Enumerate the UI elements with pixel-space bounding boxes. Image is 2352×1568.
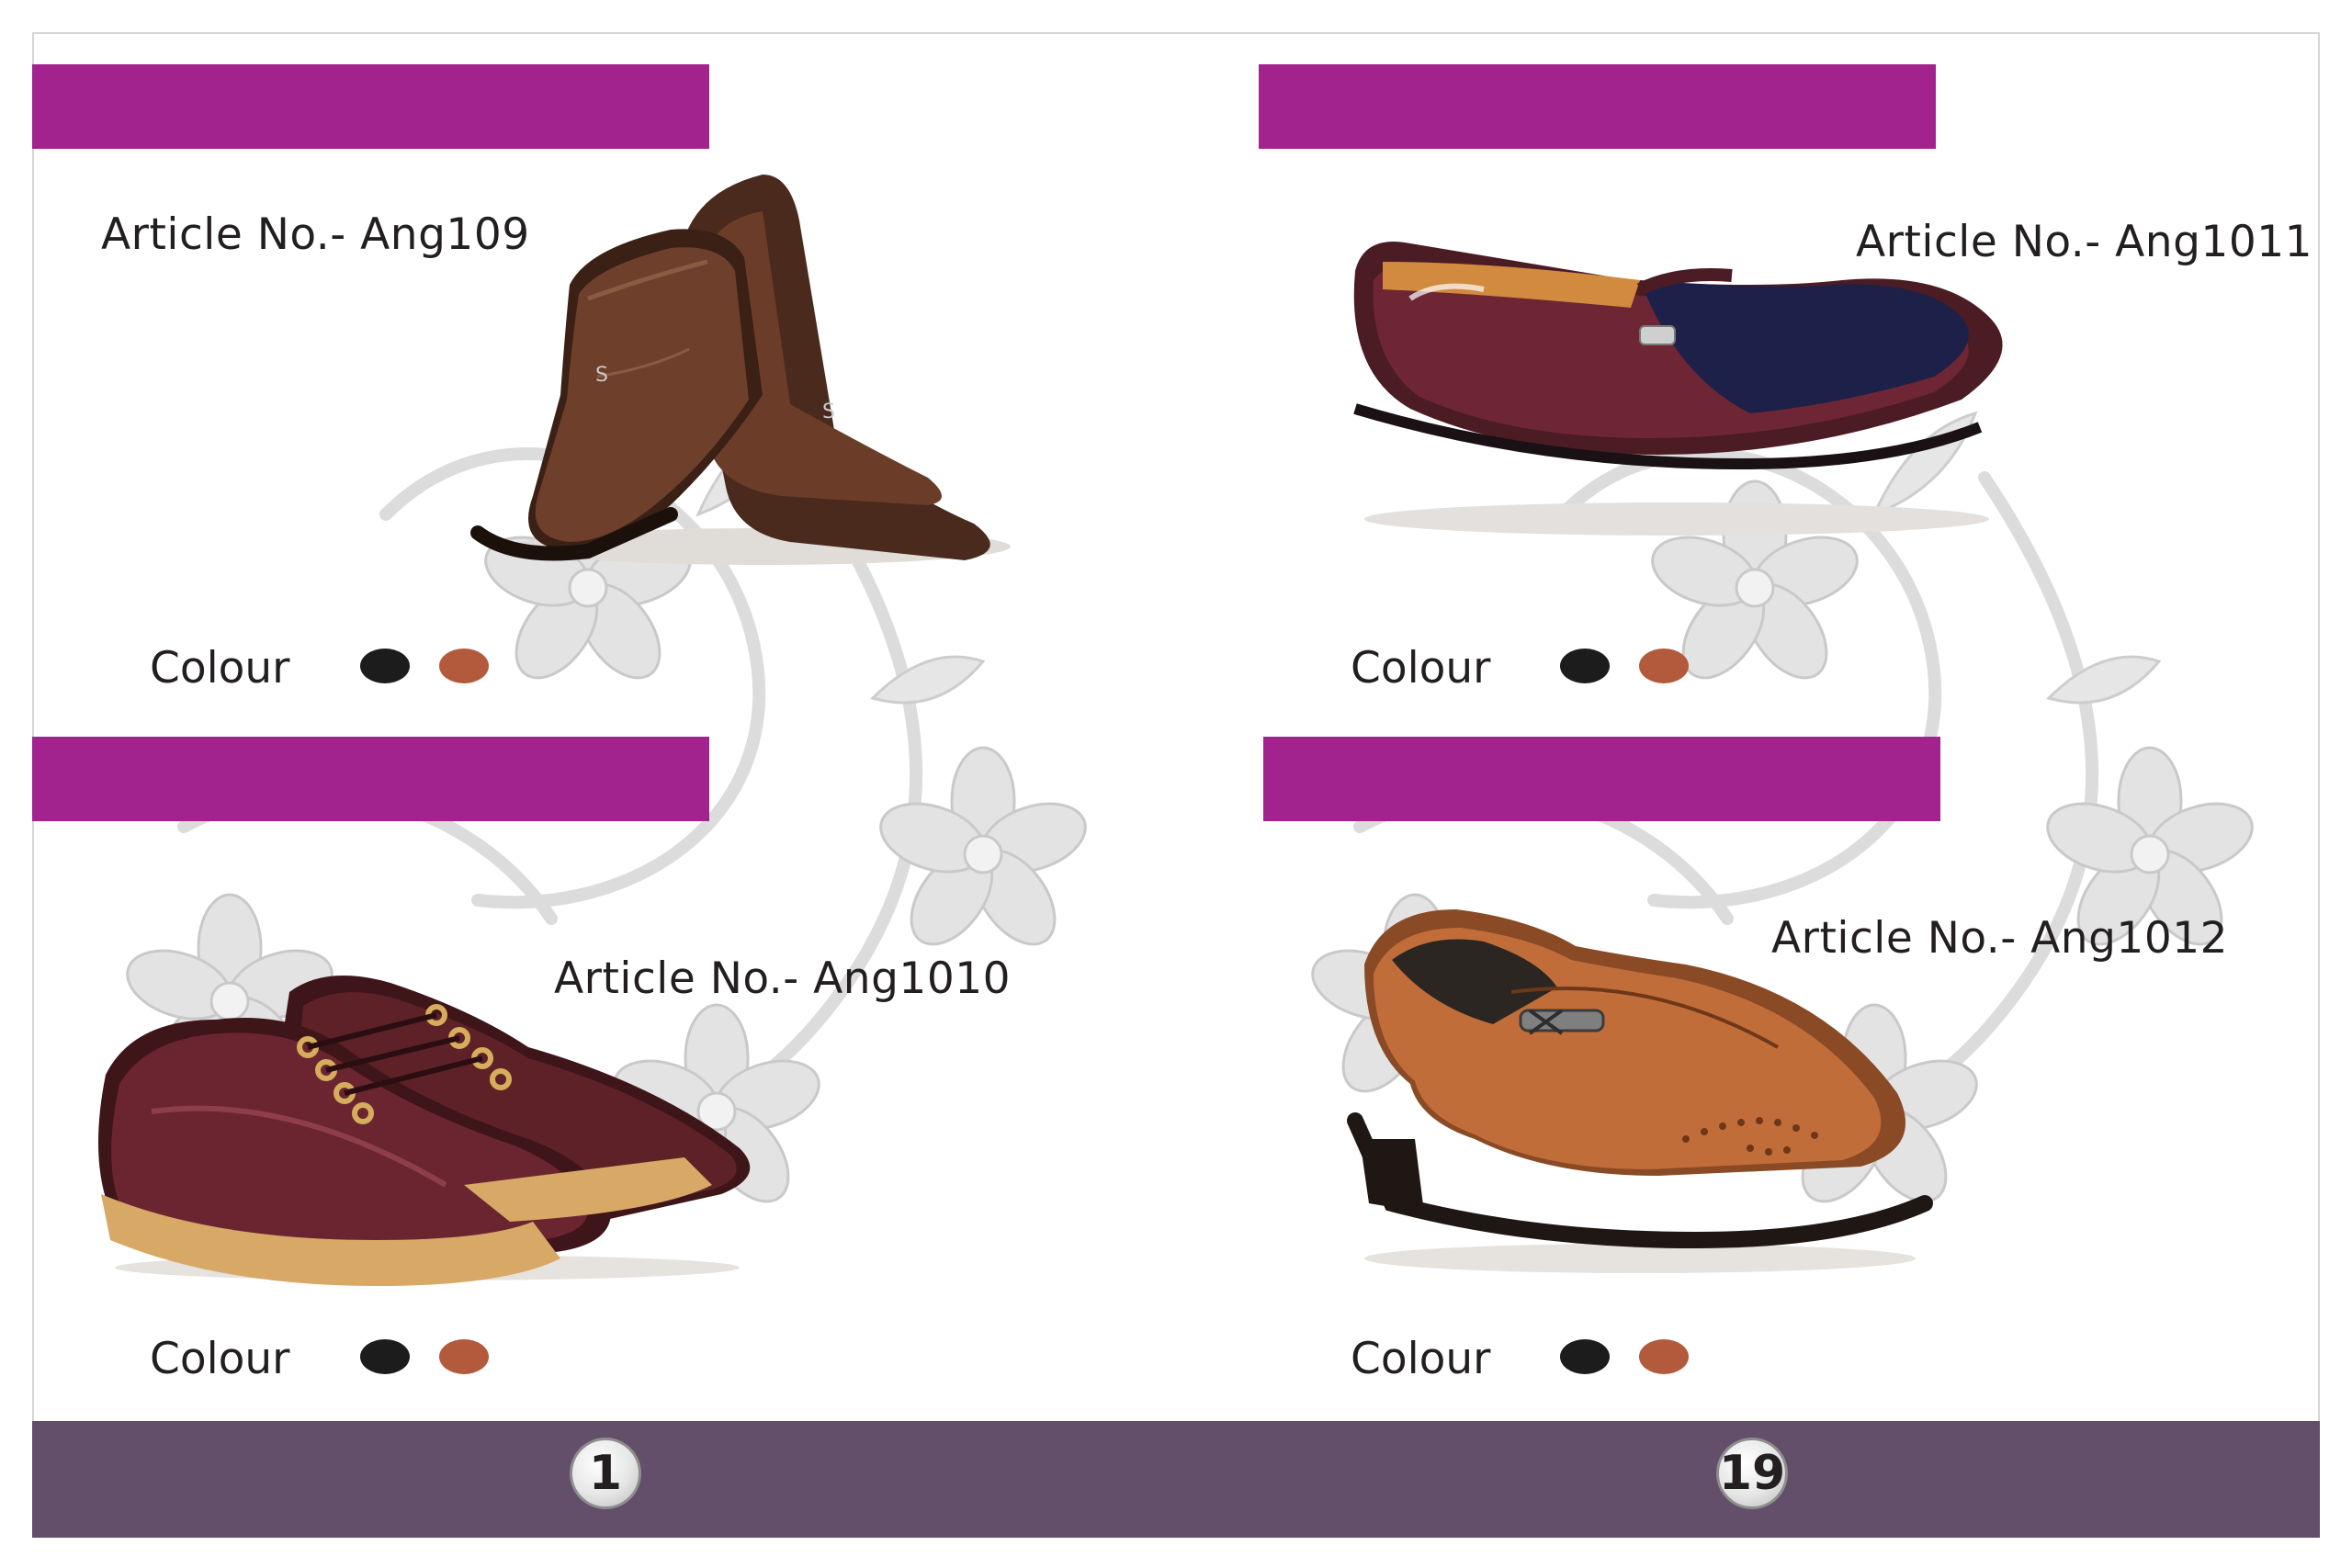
colour-swatch-brown[interactable] (439, 649, 489, 683)
product-image[interactable] (1337, 225, 2017, 547)
product-header-bar (32, 737, 709, 821)
colour-swatch-black[interactable] (360, 1339, 410, 1374)
product-image[interactable]: S S (459, 175, 1029, 579)
colour-swatch-black[interactable] (1560, 649, 1610, 683)
product-header-bar (1259, 64, 1936, 149)
colour-swatch-black[interactable] (1560, 1339, 1610, 1374)
page-number-right: 19 (1716, 1438, 1788, 1509)
product-header-bar (32, 64, 709, 149)
svg-text:S: S (595, 364, 608, 387)
product-header-bar (1263, 737, 1940, 821)
colour-swatch-black[interactable] (360, 649, 410, 683)
page-number-left: 1 (570, 1438, 641, 1509)
colour-label: Colour (150, 1334, 290, 1384)
product-image[interactable] (96, 955, 767, 1286)
footer-bar (32, 1421, 2320, 1538)
svg-text:S: S (822, 400, 835, 423)
colour-label: Colour (150, 643, 290, 694)
colour-label: Colour (1351, 643, 1491, 694)
colour-label: Colour (1351, 1334, 1491, 1384)
colour-swatch-brown[interactable] (1639, 649, 1689, 683)
product-image[interactable] (1337, 909, 1943, 1286)
colour-swatch-brown[interactable] (439, 1339, 489, 1374)
colour-swatch-brown[interactable] (1639, 1339, 1689, 1374)
